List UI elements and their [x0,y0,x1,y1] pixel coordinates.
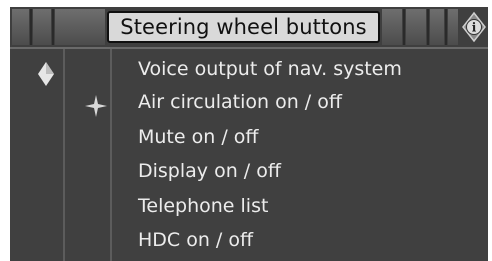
menu-item-label: Telephone list [138,195,269,217]
header-bar: Steering wheel buttons i [10,7,488,49]
menu-item-label: HDC on / off [138,229,254,251]
diamond-icon [36,61,56,87]
header-separator [427,9,429,45]
column-divider [63,49,65,261]
menu-title[interactable]: Steering wheel buttons [107,11,380,43]
header-segment [406,9,426,45]
header-segment [430,9,444,45]
menu-item-label: Mute on / off [138,126,259,148]
header-separator [403,9,405,45]
menu-item-voice-output[interactable]: Voice output of nav. system [138,58,402,80]
menu-item-hdc[interactable]: HDC on / off [138,229,253,251]
column-divider [110,49,112,261]
header-segment [55,9,105,45]
menu-item-label: Air circulation on / off [138,91,342,113]
header-segment [382,9,402,45]
menu-item-air-circulation[interactable]: Air circulation on / off [138,91,342,113]
header-separator [52,9,54,45]
menu-item-telephone-list[interactable]: Telephone list [138,195,268,217]
info-glyph: i [472,21,477,35]
four-point-star-icon [83,93,109,119]
info-icon: i [462,11,486,43]
menu-item-mute[interactable]: Mute on / off [138,126,258,148]
header-separator [30,9,32,45]
menu-item-label: Display on / off [138,160,281,182]
header-separator [445,9,447,45]
info-button[interactable]: i [461,10,487,44]
header-segment [12,9,29,45]
menu-item-label: Voice output of nav. system [138,58,402,80]
menu-item-display[interactable]: Display on / off [138,160,281,182]
header-segment [448,9,458,45]
display-screen: Steering wheel buttons i Voice output of… [0,0,492,261]
menu-list: Voice output of nav. system Air circulat… [10,49,488,261]
header-segment [33,9,51,45]
menu-title-label: Steering wheel buttons [120,15,367,39]
